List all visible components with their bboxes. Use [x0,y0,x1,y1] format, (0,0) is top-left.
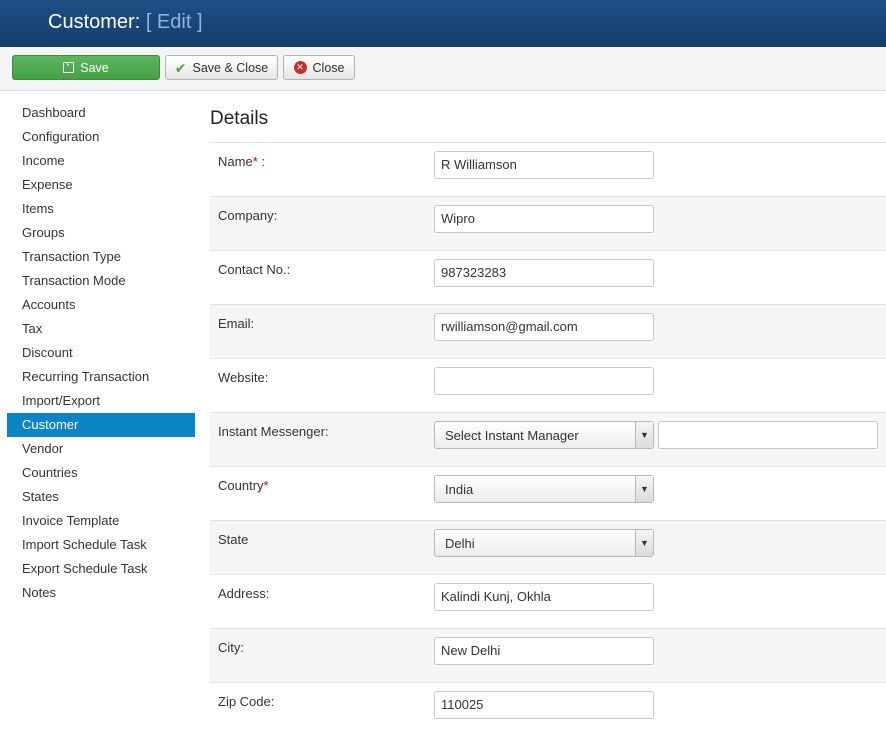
state-select[interactable]: Delhi ▼ [434,529,654,557]
page-title-mode: [ Edit ] [145,11,203,33]
name-label: Name* : [218,154,265,169]
page-title-text: Customer: [48,11,141,33]
page-header: Customer: [ Edit ] [0,0,886,48]
form-row-state: State Delhi ▼ [210,520,886,574]
state-label: State [218,532,249,547]
sidebar-item-accounts[interactable]: Accounts [7,293,195,317]
save-and-close-label: Save & Close [192,60,269,75]
city-label: City: [218,640,244,655]
save-and-close-button[interactable]: ✔ Save & Close [165,55,278,80]
details-heading: Details [210,108,269,129]
required-marker: * [263,478,269,493]
form-row-email: Email: rwilliamson@gmail.com [210,304,886,358]
state-selected: Delhi [445,536,475,551]
sidebar-item-customer[interactable]: Customer [7,413,195,437]
country-select[interactable]: India ▼ [434,475,654,503]
form-row-city: City: New Delhi [210,628,886,682]
save-button-label: Save [80,60,109,75]
sidebar-item-transaction-mode[interactable]: Transaction Mode [7,269,195,293]
sidebar-item-expense[interactable]: Expense [7,173,195,197]
sidebar-item-configuration[interactable]: Configuration [7,125,195,149]
form-row-address: Address: Kalindi Kunj, Okhla [210,574,886,628]
sidebar-item-countries[interactable]: Countries [7,461,195,485]
edit-icon [63,62,75,73]
sidebar-item-transaction-type[interactable]: Transaction Type [7,245,195,269]
close-button[interactable]: ✕ Close [283,55,355,80]
sidebar-item-states[interactable]: States [7,485,195,509]
chevron-down-icon: ▼ [635,530,653,556]
form-row-country: Country* India ▼ [210,466,886,520]
instant-messenger-label: Instant Messenger: [218,424,329,439]
sidebar-item-import-export[interactable]: Import/Export [7,389,195,413]
close-circle-icon: ✕ [293,61,307,74]
sidebar-item-import-schedule-task[interactable]: Import Schedule Task [7,533,195,557]
form-row-contact: Contact No.: 987323283 [210,250,886,304]
contact-input[interactable]: 987323283 [434,259,654,287]
page-title: Customer: [ Edit ] [48,11,203,34]
sidebar-item-discount[interactable]: Discount [7,341,195,365]
zip-label: Zip Code: [218,694,275,709]
sidebar-item-dashboard[interactable]: Dashboard [7,101,195,125]
city-input[interactable]: New Delhi [434,637,654,665]
chevron-down-icon: ▼ [635,476,653,502]
sidebar-nav: Dashboard Configuration Income Expense I… [7,101,195,605]
country-selected: India [445,482,474,497]
save-button[interactable]: Save [12,55,160,80]
form-row-website: Website: [210,358,886,412]
sidebar-item-notes[interactable]: Notes [7,581,195,605]
form-row-company: Company: Wipro [210,196,886,250]
sidebar-item-recurring-transaction[interactable]: Recurring Transaction [7,365,195,389]
toolbar: Save ✔ Save & Close ✕ Close [0,47,886,91]
email-input[interactable]: rwilliamson@gmail.com [434,313,654,341]
customer-form: Name* : R Williamson Company: Wipro Cont… [210,142,886,736]
address-label: Address: [218,586,270,601]
zip-input[interactable]: 110025 [434,691,654,719]
sidebar-item-items[interactable]: Items [7,197,195,221]
instant-messenger-select[interactable]: Select Instant Manager ▼ [434,421,654,449]
sidebar-item-tax[interactable]: Tax [7,317,195,341]
sidebar-item-export-schedule-task[interactable]: Export Schedule Task [7,557,195,581]
sidebar-item-invoice-template[interactable]: Invoice Template [7,509,195,533]
form-row-instant-messenger: Instant Messenger: Select Instant Manage… [210,412,886,466]
chevron-down-icon: ▼ [635,422,653,448]
contact-label: Contact No.: [218,262,291,277]
name-input[interactable]: R Williamson [434,151,654,179]
sidebar-item-income[interactable]: Income [7,149,195,173]
company-input[interactable]: Wipro [434,205,654,233]
email-label: Email: [218,316,255,331]
address-input[interactable]: Kalindi Kunj, Okhla [434,583,654,611]
check-icon: ✔ [174,59,187,76]
country-label: Country* [218,478,269,493]
website-label: Website: [218,370,269,385]
instant-messenger-input[interactable] [658,421,878,449]
instant-messenger-selected: Select Instant Manager [445,428,579,443]
form-row-name: Name* : R Williamson [210,142,886,196]
close-button-label: Close [312,60,345,75]
sidebar-item-vendor[interactable]: Vendor [7,437,195,461]
company-label: Company: [218,208,278,223]
form-row-zip: Zip Code: 110025 [210,682,886,736]
website-input[interactable] [434,367,654,395]
sidebar-item-groups[interactable]: Groups [7,221,195,245]
